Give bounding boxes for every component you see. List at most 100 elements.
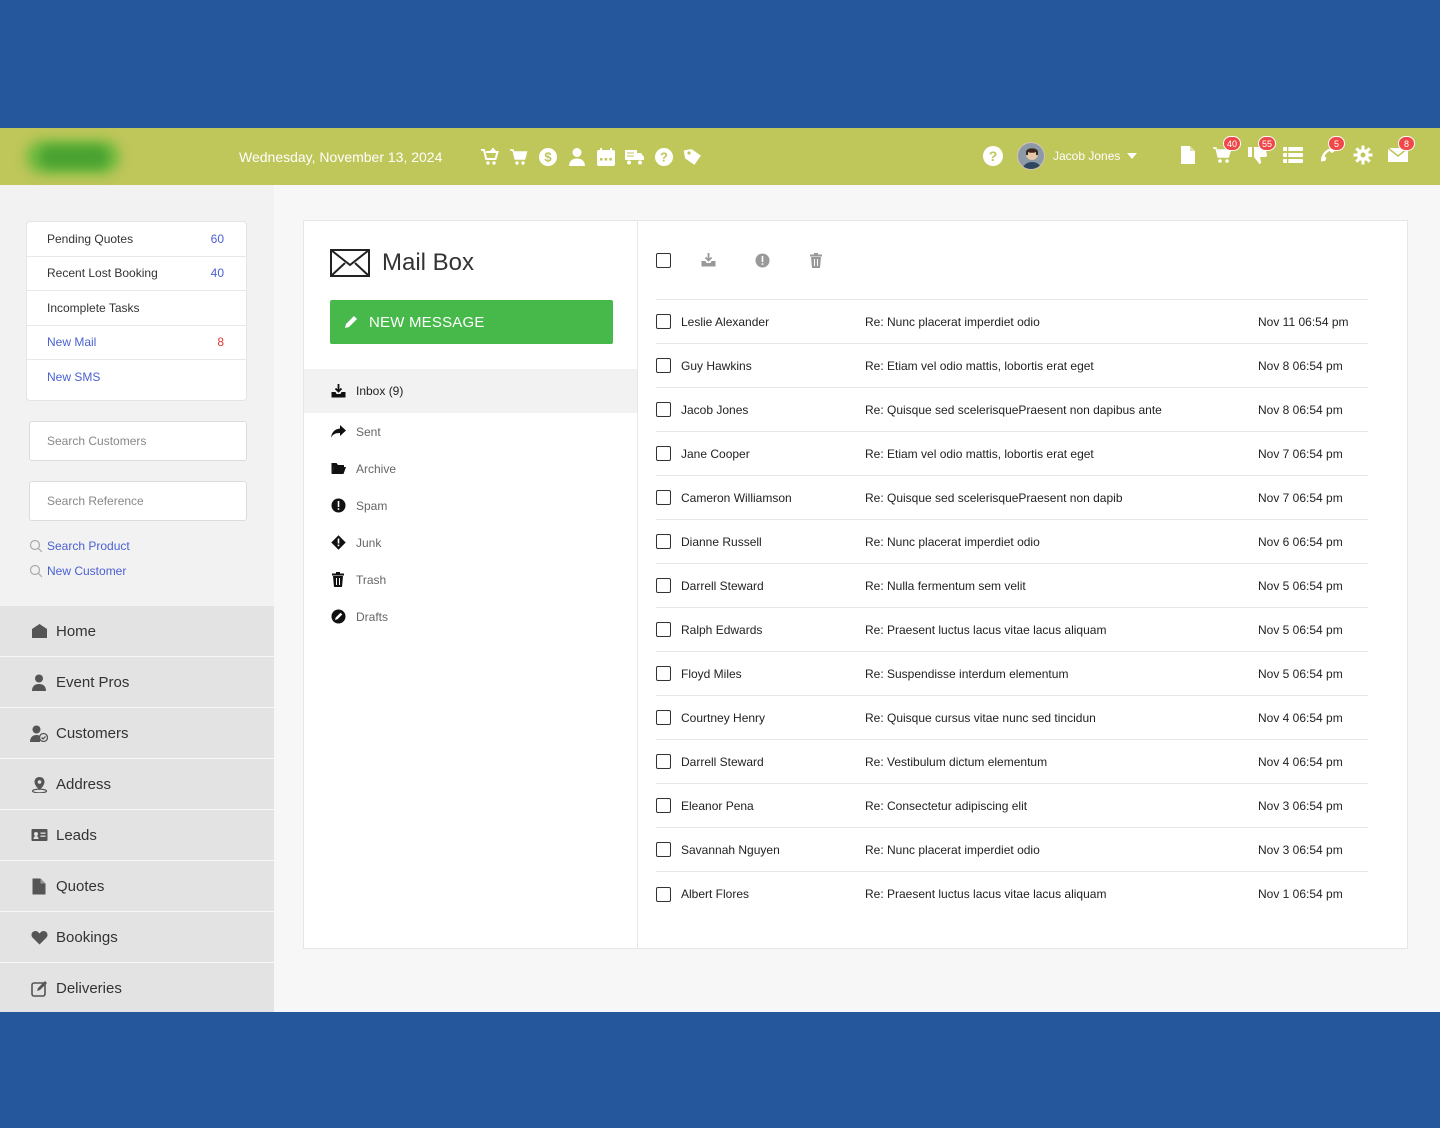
envelope-icon[interactable]: 8 (1386, 136, 1415, 167)
search-reference-input[interactable] (29, 481, 247, 521)
message-row[interactable]: Eleanor Pena Re: Consectetur adipiscing e… (656, 784, 1368, 828)
search-customers-input[interactable] (29, 421, 247, 461)
message-checkbox[interactable] (656, 490, 671, 505)
cart-icon[interactable]: 40 (1211, 136, 1242, 167)
folder-trash[interactable]: Trash (304, 561, 637, 598)
trash-icon (330, 572, 346, 588)
message-row[interactable]: Guy Hawkins Re: Etiam vel odio mattis, lo… (656, 344, 1368, 388)
message-row[interactable]: Ralph Edwards Re: Praesent luctus lacus v… (656, 608, 1368, 652)
message-row[interactable]: Floyd Miles Re: Suspendisse interdum elem… (656, 652, 1368, 696)
document-icon[interactable] (1176, 143, 1200, 167)
svg-text:$: $ (544, 149, 552, 164)
folder-archive[interactable]: Archive (304, 450, 637, 487)
nav-item-home[interactable]: Home (0, 606, 274, 657)
folder-junk[interactable]: Junk (304, 524, 637, 561)
share-icon (330, 424, 346, 440)
inbox-icon (330, 383, 346, 399)
spam-icon[interactable] (754, 252, 770, 268)
nav-item-address[interactable]: Address (0, 759, 274, 810)
nav-item-customers[interactable]: Customers (0, 708, 274, 759)
stat-new-mail[interactable]: New Mail 8 (27, 326, 246, 360)
logo-inner (40, 146, 108, 168)
chevron-down-icon[interactable] (1127, 153, 1137, 159)
user-check-icon (30, 724, 48, 742)
message-checkbox[interactable] (656, 402, 671, 417)
edit-icon (30, 979, 48, 997)
user-icon (30, 673, 48, 691)
list-icon[interactable] (1281, 143, 1305, 167)
folder-list: Inbox (9) Sent Archive Spam Junk Trash D… (304, 369, 637, 635)
dollar-icon[interactable]: $ (536, 145, 559, 168)
message-row[interactable]: Darrell Steward Re: Nulla fermentum sem v… (656, 564, 1368, 608)
archive-icon[interactable] (700, 252, 716, 268)
message-row[interactable]: Jacob Jones Re: Quisque sed scelerisquePr… (656, 388, 1368, 432)
message-checkbox[interactable] (656, 314, 671, 329)
folder-inbox[interactable]: Inbox (9) (304, 369, 637, 413)
new-customer-link[interactable]: New Customer (29, 564, 126, 578)
folder-spam[interactable]: Spam (304, 487, 637, 524)
nav-item-leads[interactable]: Leads (0, 810, 274, 861)
user-icon[interactable] (565, 145, 588, 168)
message-row[interactable]: Albert Flores Re: Praesent luctus lacus v… (656, 872, 1368, 916)
stat-incomplete-tasks[interactable]: Incomplete Tasks (27, 291, 246, 326)
message-checkbox[interactable] (656, 578, 671, 593)
folder-sent[interactable]: Sent (304, 413, 637, 450)
stat-new-sms[interactable]: New SMS (27, 360, 246, 395)
mailbox-card: Mail Box NEW MESSAGE Inbox (9) Sent Arch… (303, 220, 1408, 949)
svg-text:?: ? (660, 149, 668, 164)
message-checkbox[interactable] (656, 622, 671, 637)
nav-item-bookings[interactable]: Bookings (0, 912, 274, 963)
delivery-truck-icon[interactable] (623, 145, 646, 168)
folder-drafts[interactable]: Drafts (304, 598, 637, 635)
message-row[interactable]: Darrell Steward Re: Vestibulum dictum ele… (656, 740, 1368, 784)
cart-plus-icon[interactable] (478, 145, 501, 168)
message-list-pane: Leslie Alexander Re: Nunc placerat imperd… (656, 221, 1368, 948)
message-checkbox[interactable] (656, 710, 671, 725)
message-row[interactable]: Jane Cooper Re: Etiam vel odio mattis, lo… (656, 432, 1368, 476)
svg-text:?: ? (989, 148, 998, 164)
pencil-circle-icon (330, 609, 346, 625)
nav-item-quotes[interactable]: Quotes (0, 861, 274, 912)
user-name[interactable]: Jacob Jones (1053, 149, 1120, 163)
help-icon[interactable]: ? (982, 145, 1004, 167)
search-product-link[interactable]: Search Product (29, 539, 130, 553)
stat-pending-quotes[interactable]: Pending Quotes 60 (27, 222, 246, 257)
search-icon (29, 564, 43, 578)
message-row[interactable]: Leslie Alexander Re: Nunc placerat imperd… (656, 300, 1368, 344)
envelope-icon (330, 249, 370, 277)
message-checkbox[interactable] (656, 798, 671, 813)
pencil-icon (344, 315, 358, 329)
main-content: Mail Box NEW MESSAGE Inbox (9) Sent Arch… (274, 185, 1440, 1012)
message-checkbox[interactable] (656, 754, 671, 769)
nav-item-event-pros[interactable]: Event Pros (0, 657, 274, 708)
stat-recent-lost-booking[interactable]: Recent Lost Booking 40 (27, 257, 246, 291)
search-icon (29, 539, 43, 553)
message-checkbox[interactable] (656, 842, 671, 857)
help-icon[interactable]: ? (652, 145, 675, 168)
nav-item-deliveries[interactable]: Deliveries (0, 963, 274, 1014)
tag-icon[interactable] (681, 145, 704, 168)
message-row[interactable]: Cameron Williamson Re: Quisque sed sceler… (656, 476, 1368, 520)
message-checkbox[interactable] (656, 446, 671, 461)
phone-badge: 5 (1328, 136, 1345, 151)
cart-badge: 40 (1223, 136, 1242, 151)
message-checkbox[interactable] (656, 666, 671, 681)
avatar[interactable] (1017, 142, 1045, 170)
message-row[interactable]: Savannah Nguyen Re: Nunc placerat imperdi… (656, 828, 1368, 872)
message-row[interactable]: Courtney Henry Re: Quisque cursus vitae n… (656, 696, 1368, 740)
message-checkbox[interactable] (656, 886, 671, 902)
message-checkbox[interactable] (656, 358, 671, 373)
message-checkbox[interactable] (656, 534, 671, 549)
message-row[interactable]: Dianne Russell Re: Nunc placerat imperdie… (656, 520, 1368, 564)
page-title: Mail Box (330, 249, 474, 277)
thumbs-down-icon[interactable]: 55 (1246, 136, 1277, 167)
phone-icon[interactable]: 5 (1316, 136, 1345, 167)
calendar-icon[interactable] (594, 145, 617, 168)
select-all-checkbox[interactable] (656, 252, 671, 268)
alert-circle-icon (330, 498, 346, 514)
new-message-button[interactable]: NEW MESSAGE (330, 300, 613, 344)
trash-icon[interactable] (808, 252, 824, 268)
cart-icon[interactable] (507, 145, 530, 168)
alert-diamond-icon (330, 535, 346, 551)
gear-icon[interactable] (1351, 143, 1375, 167)
